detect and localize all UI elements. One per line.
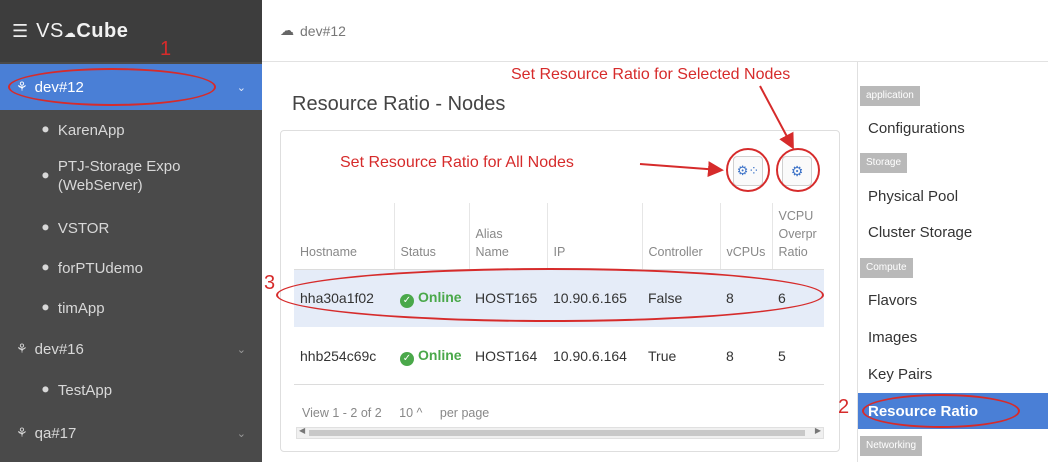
scroll-right-icon[interactable]: ▶ [815, 426, 821, 435]
sidebar-item-label: dev#16 [34, 340, 84, 358]
sidebar-item-dev12[interactable]: ⚘ dev#12 ⌄ [0, 64, 262, 110]
cluster-icon: ⚘ [16, 341, 28, 356]
sidebar-item-label: VSTOR [57, 219, 110, 237]
horizontal-scrollbar[interactable]: ◀ ▶ [296, 426, 824, 439]
cell-vcpus: 8 [726, 348, 734, 364]
annotation-selected-nodes: Set Resource Ratio for Selected Nodes [511, 66, 791, 83]
check-circle-icon: ✓ [400, 351, 414, 366]
column-header-controller[interactable]: Controller [642, 203, 721, 270]
sidebar-item-timapp[interactable]: ⚫ timApp [0, 288, 262, 328]
menu-section-compute: Compute [860, 258, 913, 278]
brand-bar: ☰ VS☁Cube [0, 0, 262, 62]
annotation-number-3: 3 [264, 272, 276, 294]
sidebar-item-testapp[interactable]: ⚫ TestApp [0, 370, 262, 410]
sidebar-item-label: PTJ-Storage Expo (WebServer) [57, 158, 181, 194]
cell-ratio: 5 [778, 348, 786, 364]
menu-item-configurations[interactable]: Configurations [858, 110, 1048, 146]
sidebar-item-label: timApp [57, 299, 105, 317]
cell-status: ✓ Online [394, 269, 469, 327]
chevron-down-icon[interactable]: ⌄ [237, 427, 246, 440]
sidebar-item-label: TestApp [57, 381, 113, 399]
sidebar-item-vstor[interactable]: ⚫ VSTOR [0, 208, 262, 248]
menu-item-cluster-storage[interactable]: Cluster Storage [858, 214, 1048, 250]
nodes-table: Hostname Status Alias Name IP Controller … [294, 203, 824, 385]
scroll-left-icon[interactable]: ◀ [299, 426, 305, 435]
gear-icon: ⚙ [790, 162, 804, 179]
annotation-all-nodes: Set Resource Ratio for All Nodes [340, 154, 574, 171]
breadcrumb-text[interactable]: dev#12 [300, 23, 346, 39]
cell-vcpus: 8 [720, 269, 772, 327]
page-title: Resource Ratio - Nodes [292, 93, 506, 115]
column-header-vcpus[interactable]: vCPUs [720, 203, 773, 270]
cluster-icon: ⚘ [16, 79, 28, 94]
gears-icon: ⚙⁘ [736, 163, 760, 178]
cluster-icon: ⚘ [16, 425, 28, 440]
annotation-number-2: 2 [838, 396, 850, 418]
sidebar-item-forptudemo[interactable]: ⚫ forPTUdemo [0, 248, 262, 288]
menu-section-storage: Storage [860, 153, 908, 173]
table-header-row: Hostname Status Alias Name IP Controller … [294, 203, 824, 270]
cell-hostname: hha30a1f02 [294, 269, 394, 327]
breadcrumb: ☁ dev#12 [262, 0, 1048, 62]
sidebar-item-label: qa#17 [34, 424, 77, 442]
column-header-ip[interactable]: IP [547, 203, 643, 270]
app-icon: ⚫ [40, 300, 51, 315]
scrollbar-thumb[interactable] [309, 430, 805, 436]
table-row[interactable]: hha30a1f02 ✓ Online HOST165 10.90.6.165 F… [294, 269, 824, 327]
cell-ratio: 6 [772, 269, 824, 327]
cell-controller: True [648, 348, 677, 364]
status-text: Online [418, 288, 462, 305]
per-page-label: per page [439, 406, 490, 420]
menu-item-physical-pool[interactable]: Physical Pool [858, 178, 1048, 214]
table-row[interactable]: hhb254c69c ✓ Online HOST164 10.90.6.164 T… [294, 327, 824, 385]
table-footer-divider [294, 384, 824, 385]
menu-section-application: application [860, 86, 920, 106]
pager: View 1 - 2 of 2 10 ^ per page [302, 406, 503, 420]
app-icon: ⚫ [40, 260, 51, 275]
menu-item-key-pairs[interactable]: Key Pairs [858, 356, 1048, 392]
menu-item-flavors[interactable]: Flavors [858, 282, 1048, 318]
sidebar-item-karenapp[interactable]: ⚫ KarenApp [0, 112, 262, 148]
cell-alias: HOST164 [475, 348, 538, 364]
app-logo[interactable]: VS☁Cube [36, 20, 128, 43]
column-header-status[interactable]: Status [394, 203, 470, 270]
status-text: Online [418, 346, 462, 363]
cell-controller: False [642, 269, 720, 327]
sidebar-item-label: dev#12 [34, 78, 84, 96]
hamburger-icon[interactable]: ☰ [12, 21, 28, 42]
app-icon: ⚫ [40, 220, 51, 235]
sidebar-item-ptj-storage-expo[interactable]: ⚫ PTJ-Storage Expo (WebServer) [0, 152, 262, 200]
app-icon: ⚫ [40, 122, 51, 137]
column-header-alias-name[interactable]: Alias Name [469, 203, 548, 270]
cloud-icon: ☁ [280, 22, 294, 38]
column-header-hostname[interactable]: Hostname [294, 203, 395, 270]
cell-alias: HOST165 [469, 269, 547, 327]
set-ratio-selected-nodes-button[interactable]: ⚙ [782, 156, 812, 186]
menu-item-resource-ratio[interactable]: Resource Ratio [858, 393, 1048, 429]
column-header-vcpu-overprovision-ratio[interactable]: VCPU Overpr Ratio [772, 203, 824, 270]
pager-view-text: View 1 - 2 of 2 [302, 406, 382, 420]
menu-section-networking: Networking [860, 436, 923, 456]
cell-hostname: hhb254c69c [300, 348, 377, 364]
chevron-down-icon[interactable]: ⌄ [237, 343, 246, 356]
sidebar-item-label: KarenApp [57, 121, 125, 139]
cell-ip: 10.90.6.164 [553, 348, 627, 364]
app-icon: ⚫ [40, 168, 51, 183]
app-icon: ⚫ [40, 382, 51, 397]
chevron-down-icon[interactable]: ⌄ [237, 81, 246, 94]
cell-ip: 10.90.6.165 [547, 269, 642, 327]
sidebar-item-label: forPTUdemo [57, 259, 143, 277]
check-circle-icon: ✓ [400, 293, 414, 308]
annotation-number-1: 1 [160, 38, 172, 60]
menu-item-images[interactable]: Images [858, 319, 1048, 355]
set-ratio-all-nodes-button[interactable]: ⚙⁘ [733, 156, 763, 186]
cell-status: ✓ Online [394, 327, 469, 385]
sidebar-item-qa17[interactable]: ⚘ qa#17 ⌄ [0, 412, 262, 454]
sidebar-item-dev16[interactable]: ⚘ dev#16 ⌄ [0, 328, 262, 370]
page-size-select[interactable]: 10 ^ [399, 406, 422, 420]
